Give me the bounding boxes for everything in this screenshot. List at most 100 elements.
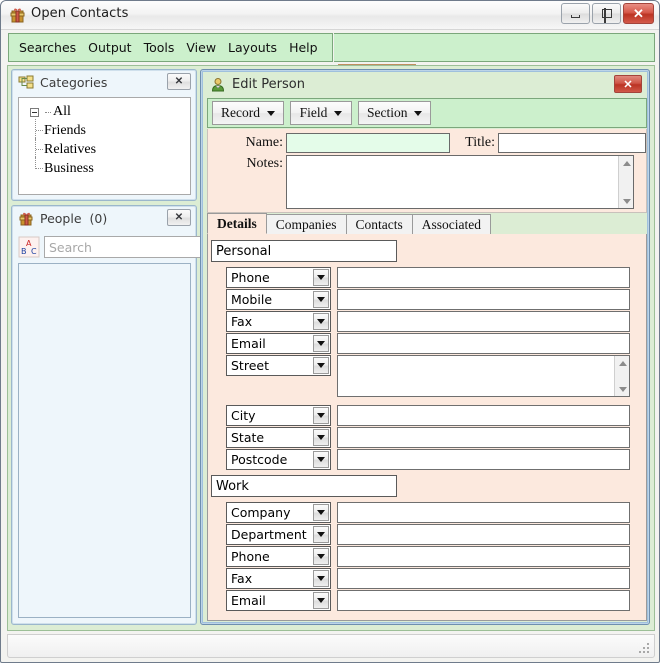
person-icon xyxy=(210,77,226,93)
field-type-combo[interactable]: City xyxy=(226,405,331,426)
tree-expander-icon[interactable] xyxy=(30,108,39,117)
field-type-combo[interactable]: Fax xyxy=(226,568,331,589)
chevron-down-icon[interactable] xyxy=(313,592,329,609)
field-type-combo[interactable]: Street xyxy=(226,355,331,376)
categories-folder-icon xyxy=(18,75,34,91)
field-value-input[interactable] xyxy=(337,267,630,288)
menu-item-help[interactable]: Help xyxy=(283,37,324,58)
menu-item-tools[interactable]: Tools xyxy=(138,37,181,58)
field-value-input[interactable] xyxy=(337,449,630,470)
tab-companies[interactable]: Companies xyxy=(266,214,347,234)
chevron-down-icon[interactable] xyxy=(313,429,329,446)
maximize-icon xyxy=(593,4,620,23)
chevron-down-icon[interactable] xyxy=(313,313,329,330)
chevron-down-icon[interactable] xyxy=(313,407,329,424)
menu-item-searches[interactable]: Searches xyxy=(13,37,82,58)
title-bar: Open Contacts ✕ xyxy=(1,1,659,30)
chevron-down-icon[interactable] xyxy=(313,335,329,352)
menu-item-view[interactable]: View xyxy=(180,37,222,58)
maximize-button[interactable] xyxy=(592,3,621,24)
name-input[interactable] xyxy=(286,133,450,153)
people-panel-header: People (0) ✕ xyxy=(12,206,196,231)
street-scrollbar[interactable] xyxy=(614,356,629,396)
chevron-down-icon[interactable] xyxy=(313,526,329,543)
menu-item-layouts[interactable]: Layouts xyxy=(222,37,283,58)
field-value-input[interactable] xyxy=(337,311,630,332)
chevron-down-icon[interactable] xyxy=(313,357,329,374)
field-type-combo[interactable]: Phone xyxy=(226,546,331,567)
tree-node-all[interactable]: All xyxy=(23,103,190,121)
people-search-row: A B C xyxy=(18,233,191,261)
edit-person-title: Edit Person xyxy=(232,77,305,92)
field-type-combo[interactable]: Email xyxy=(226,590,331,611)
tree-node-label: Friends xyxy=(44,123,86,139)
field-row-personal-fax: Fax xyxy=(226,311,630,332)
scroll-down-icon[interactable] xyxy=(615,382,630,396)
chevron-down-icon[interactable] xyxy=(313,504,329,521)
record-menu-button[interactable]: Record xyxy=(212,101,284,125)
combo-label: Mobile xyxy=(231,292,272,307)
section-header-work[interactable]: Work xyxy=(211,475,397,497)
field-value-input[interactable] xyxy=(337,568,630,589)
abc-sort-icon[interactable]: A B C xyxy=(18,236,40,258)
field-row-personal-email: Email xyxy=(226,333,630,354)
combo-label: Street xyxy=(231,358,269,373)
scroll-up-icon[interactable] xyxy=(615,356,630,370)
field-type-combo[interactable]: Department xyxy=(226,524,331,545)
field-type-combo[interactable]: State xyxy=(226,427,331,448)
resize-grip[interactable] xyxy=(637,641,651,655)
field-value-input[interactable] xyxy=(337,590,630,611)
search-input[interactable] xyxy=(44,236,210,258)
field-value-input[interactable] xyxy=(337,546,630,567)
field-value-input[interactable] xyxy=(337,502,630,523)
status-bar xyxy=(7,634,655,658)
menu-item-output[interactable]: Output xyxy=(82,37,137,58)
field-value-input[interactable] xyxy=(337,405,630,426)
people-list[interactable] xyxy=(18,263,191,618)
chevron-down-icon[interactable] xyxy=(313,291,329,308)
tree-node-friends[interactable]: Friends xyxy=(23,121,190,140)
field-value-input[interactable] xyxy=(337,333,630,354)
edit-person-close-button[interactable]: ✕ xyxy=(614,75,642,93)
field-value-input[interactable] xyxy=(337,524,630,545)
chevron-down-icon[interactable] xyxy=(313,451,329,468)
tab-details[interactable]: Details xyxy=(207,213,267,234)
categories-panel-title: Categories xyxy=(40,75,107,90)
section-menu-button[interactable]: Section xyxy=(358,101,432,125)
combo-label: Email xyxy=(231,336,266,351)
tab-contacts[interactable]: Contacts xyxy=(346,214,413,234)
field-type-combo[interactable]: Company xyxy=(226,502,331,523)
chevron-down-icon[interactable] xyxy=(313,548,329,565)
categories-tree[interactable]: All Friends Relatives Business xyxy=(18,97,191,195)
tree-node-business[interactable]: Business xyxy=(23,159,190,178)
field-type-combo[interactable]: Fax xyxy=(226,311,331,332)
field-type-combo[interactable]: Email xyxy=(226,333,331,354)
combo-label: Phone xyxy=(231,549,270,564)
field-row-personal-mobile: Mobile xyxy=(226,289,630,310)
combo-label: Department xyxy=(231,527,307,542)
field-value-input[interactable] xyxy=(337,289,630,310)
notes-textarea[interactable] xyxy=(287,156,633,208)
minimize-button[interactable] xyxy=(561,3,590,24)
tab-associated[interactable]: Associated xyxy=(412,214,491,234)
title-input[interactable] xyxy=(498,133,646,153)
street-textarea[interactable] xyxy=(338,356,629,396)
scroll-up-icon[interactable] xyxy=(619,156,634,170)
chevron-down-icon[interactable] xyxy=(313,269,329,286)
notes-scrollbar[interactable] xyxy=(618,156,633,208)
combo-label: State xyxy=(231,430,264,445)
close-button[interactable]: ✕ xyxy=(623,3,654,24)
menu-strip: Searches Output Tools View Layouts Help … xyxy=(7,32,655,65)
people-count-badge: (0) xyxy=(90,211,108,226)
field-menu-button[interactable]: Field xyxy=(290,101,352,125)
field-type-combo[interactable]: Postcode xyxy=(226,449,331,470)
field-type-combo[interactable]: Phone xyxy=(226,267,331,288)
chevron-down-icon[interactable] xyxy=(313,570,329,587)
scroll-down-icon[interactable] xyxy=(619,194,634,208)
tree-node-relatives[interactable]: Relatives xyxy=(23,140,190,159)
field-type-combo[interactable]: Mobile xyxy=(226,289,331,310)
section-header-personal[interactable]: Personal xyxy=(211,240,397,262)
people-panel-close-button[interactable]: ✕ xyxy=(167,209,191,226)
categories-panel-close-button[interactable]: ✕ xyxy=(167,73,191,90)
field-value-input[interactable] xyxy=(337,427,630,448)
